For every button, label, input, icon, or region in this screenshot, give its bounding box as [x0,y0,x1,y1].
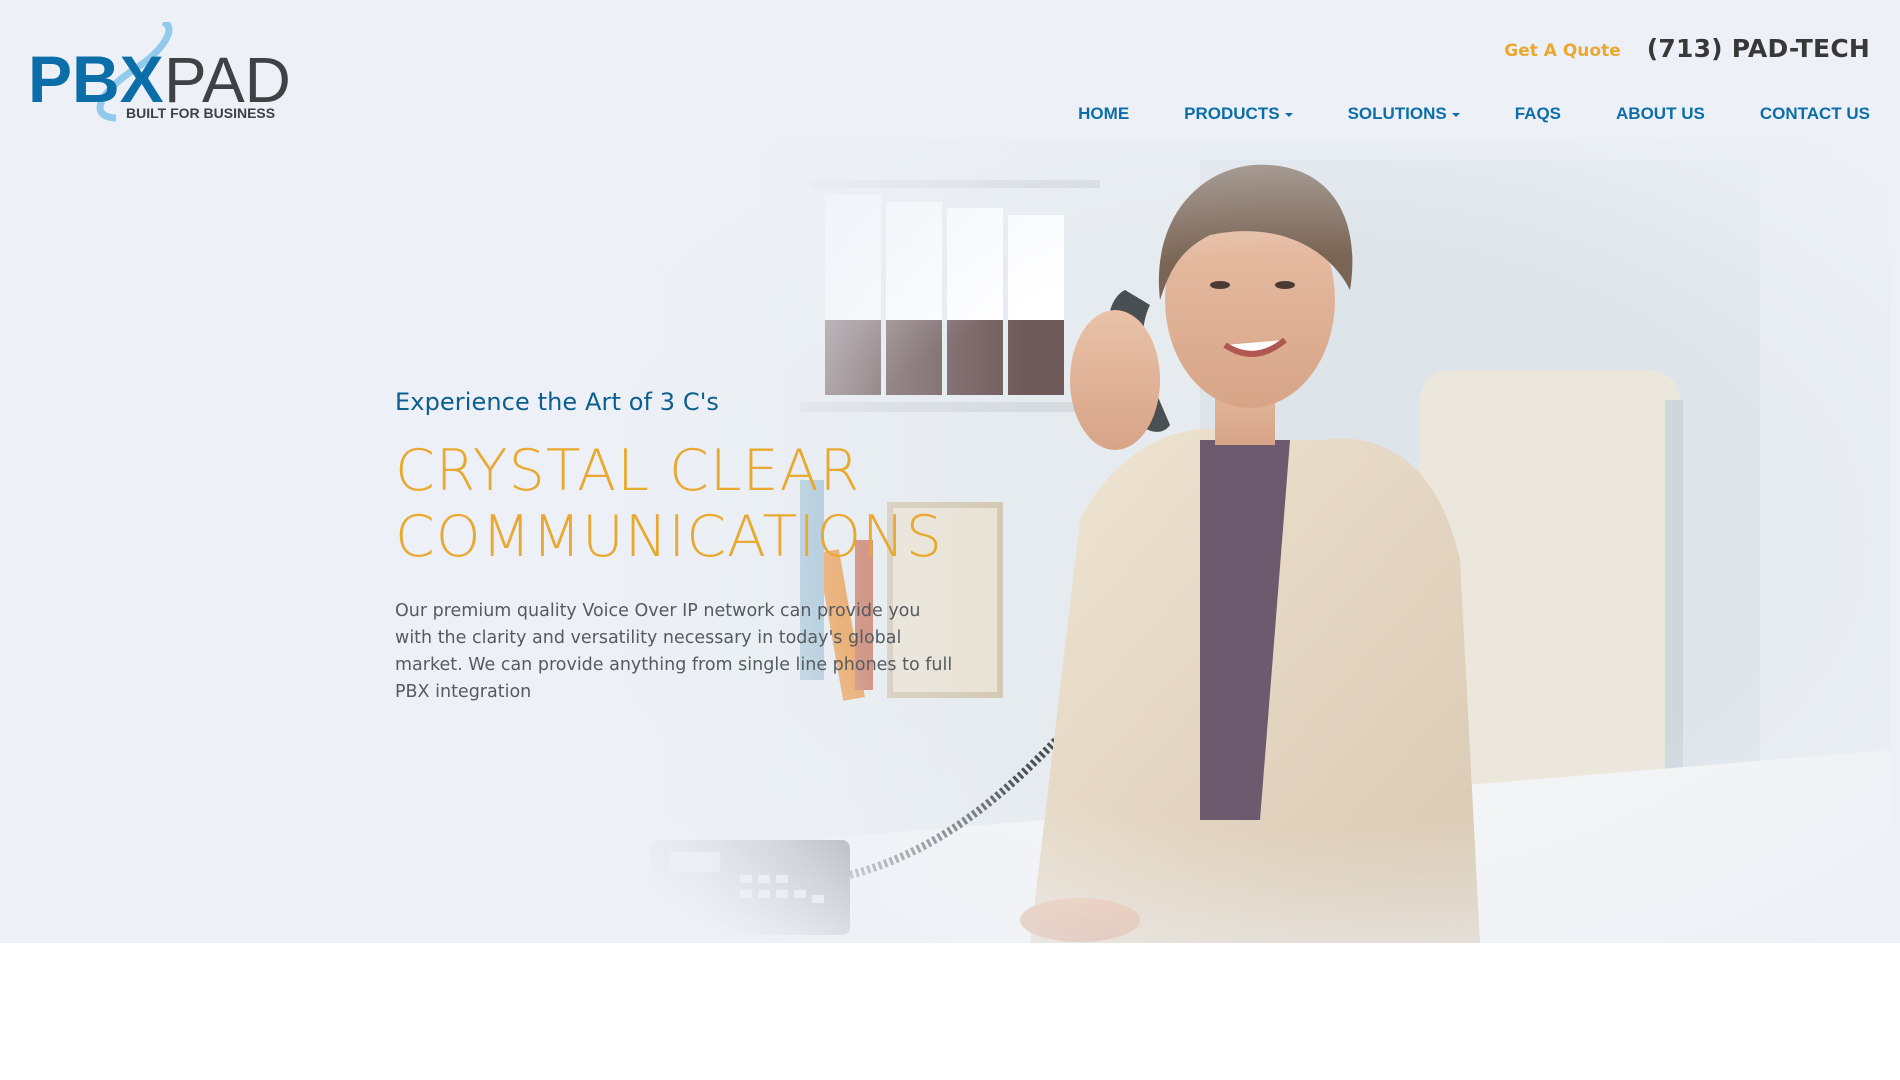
nav-about-us[interactable]: ABOUT US [1616,104,1705,124]
nav-faqs[interactable]: FAQS [1515,104,1561,124]
phone-number[interactable]: (713) PAD-TECH [1647,34,1870,63]
nav-home-label: HOME [1078,104,1130,123]
pbxpad-logo[interactable]: PBX PAD BUILT FOR BUSINESS [28,22,288,128]
main-nav: HOME PRODUCTS SOLUTIONS FAQS ABOUT US CO… [1078,104,1870,124]
nav-solutions[interactable]: SOLUTIONS [1348,104,1460,124]
hero-content: Experience the Art of 3 C's CRYSTAL CLEA… [395,388,1015,706]
hero-tagline: Experience the Art of 3 C's [395,388,720,416]
caret-down-icon [1451,112,1460,117]
header-contact: Get A Quote (713) PAD-TECH [1504,34,1870,63]
hero-section: PBX PAD BUILT FOR BUSINESS Get A Quote (… [0,0,1900,943]
nav-solutions-label: SOLUTIONS [1347,104,1447,123]
logo-tagline: BUILT FOR BUSINESS [126,105,275,121]
nav-products[interactable]: PRODUCTS [1184,104,1293,124]
nav-home[interactable]: HOME [1078,104,1129,124]
caret-down-icon [1284,112,1293,117]
hero-headline-line2: COMMUNICATIONS [395,504,943,570]
get-quote-link[interactable]: Get A Quote [1504,41,1621,61]
nav-contact-us-label: CONTACT US [1759,104,1870,123]
nav-products-label: PRODUCTS [1184,104,1280,123]
nav-about-us-label: ABOUT US [1616,104,1705,123]
hero-headline: CRYSTAL CLEAR COMMUNICATIONS [395,438,1015,570]
hero-headline-line1: CRYSTAL CLEAR [395,438,861,504]
nav-faqs-label: FAQS [1514,104,1562,123]
nav-contact-us[interactable]: CONTACT US [1760,104,1870,124]
hero-body: Our premium quality Voice Over IP networ… [395,601,953,702]
